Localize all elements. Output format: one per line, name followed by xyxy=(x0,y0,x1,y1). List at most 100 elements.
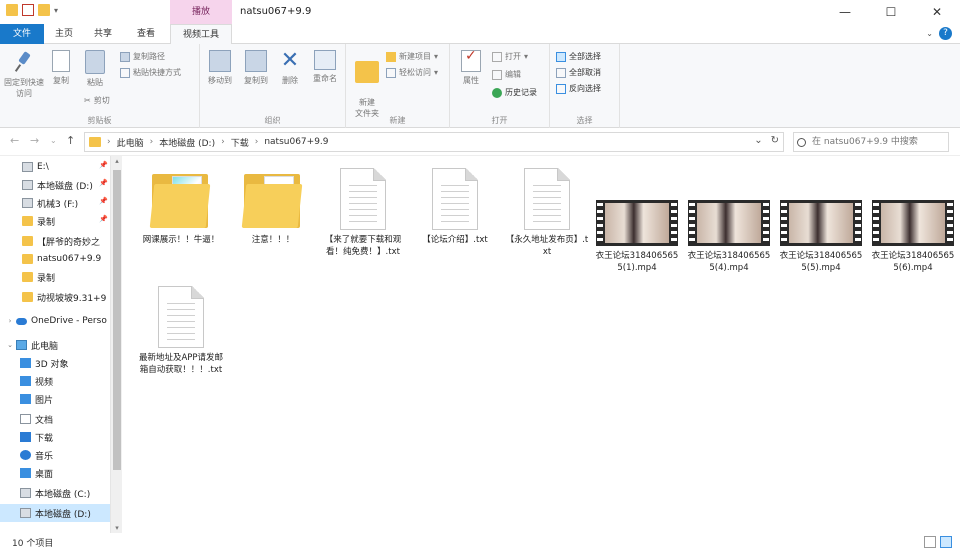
chevron-down-icon[interactable]: ⌄ xyxy=(926,29,933,38)
breadcrumb-drive-d[interactable]: 本地磁盘 (D:) xyxy=(159,136,215,149)
refresh-icon[interactable]: ↻ xyxy=(771,135,779,146)
new-folder-button[interactable]: 新建 文件夹 xyxy=(350,50,384,119)
text-line xyxy=(441,197,469,198)
new-folder-icon[interactable] xyxy=(38,4,50,16)
rename-button[interactable]: 重命名 xyxy=(308,50,342,84)
organize-group-label: 组织 xyxy=(264,116,281,125)
file-item[interactable]: 衣王论坛3184065655(5).mp4 xyxy=(778,190,864,274)
nav-item[interactable]: 【胖爷的奇妙之 xyxy=(0,232,110,250)
search-input[interactable]: 在 natsu067+9.9 中搜索 xyxy=(793,132,949,152)
open-button[interactable]: 打开 ▾ xyxy=(492,50,528,64)
nav-item[interactable]: 动视坡坡9.31+9 xyxy=(0,288,110,306)
chevron-down-icon[interactable]: ⌄ xyxy=(754,135,762,146)
text-line xyxy=(167,333,195,334)
file-item[interactable]: 【永久地址发布页】.txt xyxy=(504,168,590,258)
breadcrumb-separator: › xyxy=(221,137,225,147)
tab-share[interactable]: 共享 xyxy=(84,24,122,44)
nav-item[interactable]: natsu067+9.9 xyxy=(0,250,110,268)
forward-arrow-icon[interactable]: → xyxy=(30,134,39,147)
nav-item[interactable]: 本地磁盘 (D:) xyxy=(0,504,110,522)
nav-item[interactable]: 录制 📌 xyxy=(0,212,110,230)
nav-scrollbar[interactable]: ▴ ▾ xyxy=(110,156,122,533)
help-icon[interactable]: ? xyxy=(939,27,952,40)
nav-item[interactable]: ⌄ 此电脑 xyxy=(0,336,110,354)
file-item[interactable]: 【论坛介绍】.txt xyxy=(412,168,498,246)
file-item[interactable]: 衣王论坛3184065655(4).mp4 xyxy=(686,190,772,274)
breadcrumb-downloads[interactable]: 下载 xyxy=(231,136,249,149)
nav-item[interactable]: 视频 xyxy=(0,372,110,390)
chevron-down-icon: ▾ xyxy=(524,52,529,61)
text-line xyxy=(167,315,195,316)
scrollbar-thumb[interactable] xyxy=(113,170,121,470)
nav-item[interactable]: 3D 对象 xyxy=(0,354,110,372)
properties-button[interactable]: 属性 xyxy=(456,50,486,86)
copy-button[interactable]: 复制 xyxy=(46,50,76,86)
nav-item[interactable]: 录制 xyxy=(0,268,110,286)
tab-file[interactable]: 文件 xyxy=(0,24,44,44)
file-name: 衣王论坛3184065655(6).mp4 xyxy=(871,251,955,273)
pin-quick-access-button[interactable]: 固定到快速访问 xyxy=(4,50,44,99)
nav-item-label: 音乐 xyxy=(35,451,54,462)
history-button[interactable]: 历史记录 xyxy=(492,86,537,100)
large-icons-view-icon[interactable] xyxy=(940,536,952,548)
nav-item[interactable]: 下载 xyxy=(0,428,110,446)
nav-item[interactable]: 音乐 xyxy=(0,446,110,464)
file-item[interactable]: 网课展示！！牛逼！ xyxy=(138,168,224,246)
folder-icon xyxy=(22,272,33,282)
recent-locations-chevron-icon[interactable]: ⌄ xyxy=(50,136,57,145)
new-folder-icon xyxy=(355,61,379,83)
maximize-button[interactable]: ☐ xyxy=(868,0,914,24)
nav-item[interactable]: E:\ 📌 xyxy=(0,158,110,176)
tab-view[interactable]: 查看 xyxy=(124,24,168,44)
tab-home[interactable]: 主页 xyxy=(46,24,82,44)
breadcrumb-this-pc[interactable]: 此电脑 xyxy=(117,136,144,149)
scroll-down-icon[interactable]: ▾ xyxy=(111,524,122,532)
nav-item[interactable]: 机械3 (F:) 📌 xyxy=(0,194,110,212)
clipboard-group: 固定到快速访问 复制 粘贴 复制路径 粘贴快捷方式 ✂ 剪切 剪贴板 xyxy=(0,44,200,128)
file-item[interactable]: 衣王论坛3184065655(6).mp4 xyxy=(870,190,956,274)
clipboard-group-label: 剪贴板 xyxy=(87,116,112,125)
window-title: natsu067+9.9 xyxy=(240,6,312,17)
file-item[interactable]: 最新地址及APP请发邮箱自动获取！！！.txt xyxy=(138,286,224,376)
video-file-icon xyxy=(688,200,770,246)
up-arrow-icon[interactable]: ↑ xyxy=(66,134,75,147)
paste-button[interactable]: 粘贴 xyxy=(80,50,110,88)
new-item-button[interactable]: 新建项目 ▾ xyxy=(386,50,438,64)
scroll-up-icon[interactable]: ▴ xyxy=(111,157,122,165)
chevron-icon[interactable]: › xyxy=(6,317,14,325)
chevron-icon[interactable]: ⌄ xyxy=(6,341,14,349)
copy-path-button[interactable]: 复制路径 xyxy=(120,50,165,64)
nav-item-label: 文档 xyxy=(35,415,54,426)
back-arrow-icon[interactable]: ← xyxy=(10,134,19,147)
file-item[interactable]: 注意！！！ xyxy=(230,168,316,246)
select-all-button[interactable]: 全部选择 xyxy=(556,50,601,64)
select-group: 全部选择 全部取消 反向选择 选择 xyxy=(550,44,620,128)
minimize-button[interactable]: — xyxy=(822,0,868,24)
file-item[interactable]: 【来了就要下载和观看！纯免费！】.txt xyxy=(320,168,406,258)
nav-item[interactable]: 桌面 xyxy=(0,464,110,482)
text-line xyxy=(167,339,195,340)
tab-video-tools[interactable]: 视频工具 xyxy=(170,24,232,45)
nav-item[interactable]: › OneDrive - Perso xyxy=(0,312,110,330)
easy-access-button[interactable]: 轻松访问 ▾ xyxy=(386,66,438,80)
invert-selection-button[interactable]: 反向选择 xyxy=(556,82,601,96)
select-none-button[interactable]: 全部取消 xyxy=(556,66,601,80)
delete-button[interactable]: ✕ 删除 xyxy=(276,50,304,86)
nav-item[interactable]: 图片 xyxy=(0,390,110,408)
details-view-icon[interactable] xyxy=(924,536,936,548)
nav-item[interactable]: 本地磁盘 (C:) xyxy=(0,484,110,502)
nav-item[interactable]: 文档 xyxy=(0,410,110,428)
close-button[interactable]: ✕ xyxy=(914,0,960,24)
move-to-button[interactable]: 移动到 xyxy=(204,50,236,86)
file-item[interactable]: 衣王论坛3184065655(1).mp4 xyxy=(594,190,680,274)
properties-icon[interactable] xyxy=(22,4,34,16)
edit-button[interactable]: 编辑 xyxy=(492,68,521,82)
address-bar[interactable]: › 此电脑 › 本地磁盘 (D:) › 下载 › natsu067+9.9 ⌄ … xyxy=(84,132,784,152)
breadcrumb-current-folder[interactable]: natsu067+9.9 xyxy=(264,137,328,147)
chevron-down-icon[interactable]: ▾ xyxy=(54,6,58,15)
paste-shortcut-button[interactable]: 粘贴快捷方式 xyxy=(120,66,181,80)
nav-item[interactable]: 本地磁盘 (D:) 📌 xyxy=(0,176,110,194)
cut-button[interactable]: ✂ 剪切 xyxy=(84,94,110,108)
select-group-label: 选择 xyxy=(576,116,593,125)
copy-to-button[interactable]: 复制到 xyxy=(240,50,272,86)
